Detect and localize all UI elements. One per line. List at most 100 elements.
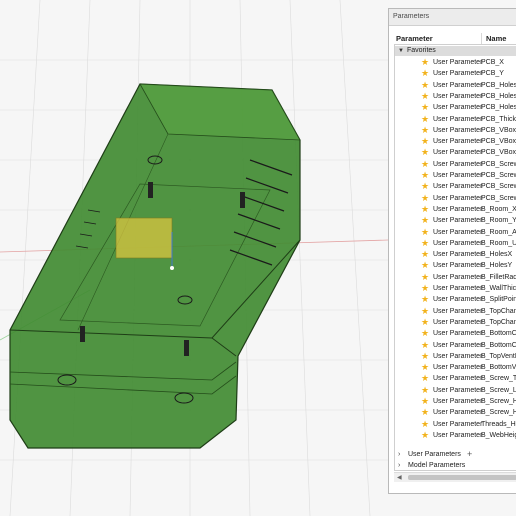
parameter-row[interactable]: ★ User ParameterB_Screw_Hea — [395, 407, 516, 418]
parameter-row[interactable]: ★ User ParameterB_Room_Und — [395, 238, 516, 249]
column-parameter[interactable]: Parameter — [396, 33, 433, 44]
favorite-star-icon[interactable]: ★ — [421, 204, 429, 215]
parameter-row[interactable]: ★ User ParameterB_Screw_Len — [395, 385, 516, 396]
scroll-thumb[interactable] — [408, 475, 516, 480]
parameter-name: B_WebHeigh — [481, 431, 516, 439]
favorite-star-icon[interactable]: ★ — [421, 340, 429, 351]
horizontal-scrollbar[interactable]: ◀ — [394, 472, 516, 482]
parameter-row[interactable]: ★ User ParameterB_WallThickn — [395, 283, 516, 294]
group-user-parameters[interactable]: › User Parameters + — [395, 449, 516, 460]
parameter-row[interactable]: ★ User Parameter B_HolesX — [395, 249, 516, 260]
parameter-row[interactable]: ★ User ParameterB_Room_Abo — [395, 227, 516, 238]
parameter-name: PCB_VBox_B — [481, 149, 516, 157]
favorite-star-icon[interactable]: ★ — [421, 91, 429, 102]
group-model-parameters[interactable]: › Model Parameters — [395, 460, 516, 471]
parameter-row[interactable]: ★ User ParameterPCB_Screw_L — [395, 170, 516, 181]
favorite-star-icon[interactable]: ★ — [421, 249, 429, 260]
favorite-star-icon[interactable]: ★ — [421, 102, 429, 113]
favorite-star-icon[interactable]: ★ — [421, 294, 429, 305]
parameter-row[interactable]: ★ User Parameter B_Room_X — [395, 204, 516, 215]
chevron-down-icon[interactable]: ▼ — [398, 46, 404, 56]
parameter-row[interactable]: ★ User ParameterPCB_HolesY — [395, 91, 516, 102]
parameter-row[interactable]: ★ User ParameterB_Screw_Thr — [395, 373, 516, 384]
column-name[interactable]: Name — [481, 33, 506, 44]
parameter-row[interactable]: ★ User ParameterThreads_Heig — [395, 419, 516, 430]
parameters-panel: Parameters Parameter Name ▼ Favorites ★ U… — [388, 8, 516, 494]
parameter-name: B_Room_Y — [481, 217, 516, 225]
favorite-star-icon[interactable]: ★ — [421, 260, 429, 271]
chevron-right-icon[interactable]: › — [398, 460, 400, 471]
parameter-type: User Parameter — [433, 352, 483, 360]
favorite-star-icon[interactable]: ★ — [421, 215, 429, 226]
add-parameter-icon[interactable]: + — [467, 449, 472, 460]
favorite-star-icon[interactable]: ★ — [421, 283, 429, 294]
parameter-row[interactable]: ★ User ParameterB_BottomVen — [395, 362, 516, 373]
parameter-row[interactable]: ★ User ParameterPCB_Screw_H — [395, 193, 516, 204]
parameter-row[interactable]: ★ User ParameterPCB_VBox_B — [395, 147, 516, 158]
parameter-row[interactable]: ★ User ParameterB_BottomCh — [395, 340, 516, 351]
favorite-star-icon[interactable]: ★ — [421, 373, 429, 384]
parameter-row[interactable]: ★ User ParameterPCB_Thickne — [395, 114, 516, 125]
favorite-star-icon[interactable]: ★ — [421, 147, 429, 158]
parameter-row[interactable]: ★ User ParameterPCB_HolesX — [395, 80, 516, 91]
parameter-row[interactable]: ★ User ParameterPCB_Screw_H — [395, 181, 516, 192]
parameter-type: User Parameter — [433, 364, 483, 372]
parameter-row[interactable]: ★ User Parameter B_Room_Y — [395, 215, 516, 226]
favorite-star-icon[interactable]: ★ — [421, 419, 429, 430]
parameter-row[interactable]: ★ User Parameter B_SplitPoint — [395, 294, 516, 305]
favorite-star-icon[interactable]: ★ — [421, 114, 429, 125]
parameter-name: B_Room_X — [481, 205, 516, 213]
parameter-row[interactable]: ★ User ParameterB_TopChamf — [395, 306, 516, 317]
favorite-star-icon[interactable]: ★ — [421, 227, 429, 238]
favorite-star-icon[interactable]: ★ — [421, 170, 429, 181]
parameter-row[interactable]: ★ User Parameter PCB_Y — [395, 68, 516, 79]
chevron-right-icon[interactable]: › — [398, 449, 400, 460]
parameter-name: B_Screw_Hea — [481, 409, 516, 417]
favorite-star-icon[interactable]: ★ — [421, 181, 429, 192]
favorite-star-icon[interactable]: ★ — [421, 136, 429, 147]
parameter-type: User Parameter — [433, 172, 483, 179]
parameter-row[interactable]: ★ User ParameterPCB_VBox_To — [395, 136, 516, 147]
favorites-group[interactable]: ▼ Favorites — [395, 46, 516, 56]
favorite-star-icon[interactable]: ★ — [421, 125, 429, 136]
favorite-star-icon[interactable]: ★ — [421, 407, 429, 418]
favorite-star-icon[interactable]: ★ — [421, 238, 429, 249]
parameter-tree: ▼ Favorites ★ User Parameter PCB_X ★ User Pa… — [394, 44, 516, 471]
parameter-row[interactable]: ★ User Parameter PCB_X — [395, 57, 516, 68]
parameter-row[interactable]: ★ User ParameterPCB_HolesDi — [395, 102, 516, 113]
scroll-left-icon[interactable]: ◀ — [397, 473, 402, 483]
favorite-star-icon[interactable]: ★ — [421, 396, 429, 407]
parameter-row[interactable]: ★ User ParameterB_WebHeigh — [395, 430, 516, 441]
favorite-star-icon[interactable]: ★ — [421, 272, 429, 283]
parameter-row[interactable]: ★ User ParameterPCB_VBox_G — [395, 125, 516, 136]
favorite-star-icon[interactable]: ★ — [421, 328, 429, 339]
parameter-row[interactable]: ★ User ParameterB_BottomCh — [395, 328, 516, 339]
favorite-star-icon[interactable]: ★ — [421, 57, 429, 68]
favorite-star-icon[interactable]: ★ — [421, 68, 429, 79]
parameter-type: User Parameter — [433, 59, 483, 66]
favorite-star-icon[interactable]: ★ — [421, 362, 429, 373]
favorite-star-icon[interactable]: ★ — [421, 159, 429, 170]
parameter-name: PCB_Screw_T — [481, 160, 516, 168]
group-label: Model Parameters — [408, 462, 466, 469]
favorite-star-icon[interactable]: ★ — [421, 351, 429, 362]
parameter-type: User Parameter — [433, 160, 483, 168]
parameter-row[interactable]: ★ User ParameterB_TopVentHo — [395, 351, 516, 362]
favorite-star-icon[interactable]: ★ — [421, 385, 429, 396]
enclosure-model[interactable] — [9, 83, 301, 449]
favorite-star-icon[interactable]: ★ — [421, 430, 429, 441]
favorite-star-icon[interactable]: ★ — [421, 317, 429, 328]
parameter-type: User Parameter — [433, 81, 483, 89]
parameter-type: User Parameter — [433, 183, 483, 191]
favorite-star-icon[interactable]: ★ — [421, 193, 429, 204]
parameter-name: PCB_HolesX — [481, 81, 516, 89]
favorite-star-icon[interactable]: ★ — [421, 80, 429, 91]
parameter-type: User Parameter — [433, 228, 483, 236]
parameter-row[interactable]: ★ User Parameter B_HolesY — [395, 260, 516, 271]
parameter-row[interactable]: ★ User ParameterB_Screw_Hea — [395, 396, 516, 407]
parameter-row[interactable]: ★ User ParameterB_FilletRadiu — [395, 272, 516, 283]
favorite-star-icon[interactable]: ★ — [421, 306, 429, 317]
parameter-name: PCB_HolesY — [481, 92, 516, 100]
parameter-row[interactable]: ★ User ParameterB_TopChamf — [395, 317, 516, 328]
parameter-row[interactable]: ★ User ParameterPCB_Screw_T — [395, 159, 516, 170]
